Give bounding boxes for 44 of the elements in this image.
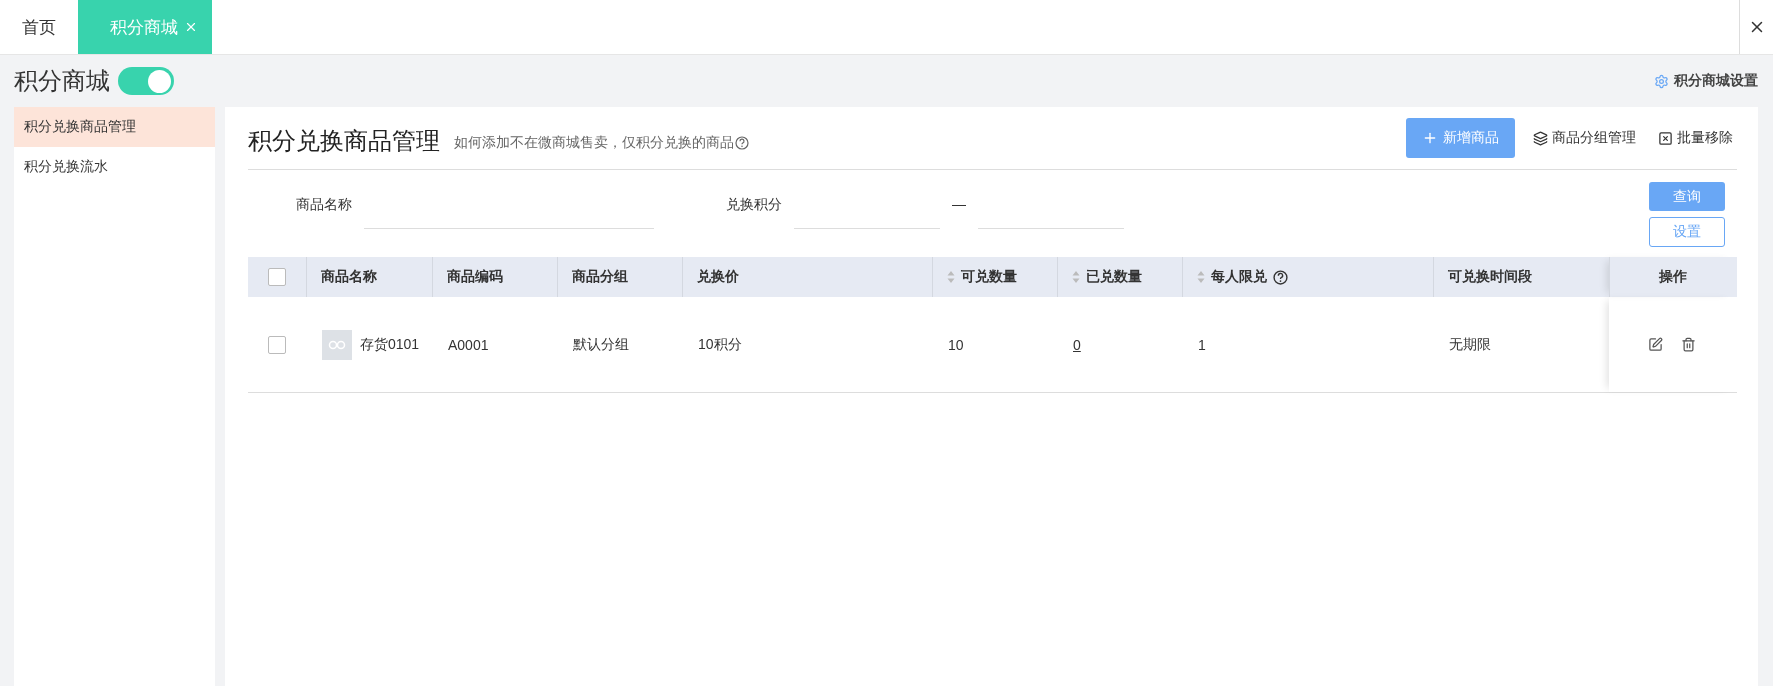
column-label: 可兑数量 xyxy=(961,268,1017,286)
column-label: 已兑数量 xyxy=(1086,268,1142,286)
column-label: 可兑换时间段 xyxy=(1448,268,1532,286)
table-cell: 10积分 xyxy=(698,335,742,354)
range-separator: — xyxy=(952,196,966,212)
section-title: 积分兑换商品管理 xyxy=(248,126,440,156)
sort-icon[interactable] xyxy=(947,270,955,284)
sort-icon[interactable] xyxy=(1197,270,1205,284)
column-label: 兑换价 xyxy=(697,268,739,286)
filter-label: 商品名称 xyxy=(296,196,352,214)
column-label: 商品分组 xyxy=(572,268,628,286)
layers-icon[interactable] xyxy=(1533,130,1548,146)
trash-icon[interactable] xyxy=(1681,337,1696,352)
column-label: 操作 xyxy=(1658,268,1687,286)
gear-icon[interactable] xyxy=(1654,73,1669,89)
help-icon[interactable] xyxy=(1273,269,1288,285)
square-x-icon[interactable] xyxy=(1658,130,1673,146)
tab-label: 首页 xyxy=(22,16,56,39)
photo-placeholder xyxy=(322,329,352,360)
help-icon[interactable] xyxy=(735,136,749,150)
table-cell: 10 xyxy=(948,336,964,353)
table-cell: A0001 xyxy=(448,336,489,353)
checkbox[interactable] xyxy=(268,268,286,286)
group-manage-button[interactable]: 商品分组管理 xyxy=(1529,129,1640,147)
table-cell: 存货0101 xyxy=(360,335,420,354)
edit-icon[interactable] xyxy=(1648,337,1663,352)
page-title: 积分商城 xyxy=(14,66,110,96)
column-label: 商品名称 xyxy=(321,268,377,286)
table-cell: 1 xyxy=(1198,336,1206,353)
plus-icon[interactable] xyxy=(1422,130,1438,146)
table-cell: 无期限 xyxy=(1449,335,1491,354)
toggle-switch[interactable] xyxy=(118,67,174,95)
filter-label: 兑换积分 xyxy=(726,196,782,214)
settings-link[interactable]: 积分商城设置 xyxy=(1654,72,1758,90)
help-text[interactable]: 如何添加不在微商城售卖，仅积分兑换的商品 xyxy=(454,134,734,152)
column-label: 每人限兑 xyxy=(1211,268,1267,286)
sort-icon[interactable] xyxy=(1072,270,1080,284)
tab-label: 积分商城 xyxy=(110,16,178,39)
table-cell: 默认分组 xyxy=(573,335,629,354)
sidebar-item[interactable]: 积分兑换商品管理 xyxy=(14,107,215,147)
batch-remove-button[interactable]: 批量移除 xyxy=(1654,129,1737,147)
count-link[interactable]: 0 xyxy=(1073,336,1081,353)
column-label: 商品编码 xyxy=(447,268,503,286)
checkbox[interactable] xyxy=(268,335,286,354)
